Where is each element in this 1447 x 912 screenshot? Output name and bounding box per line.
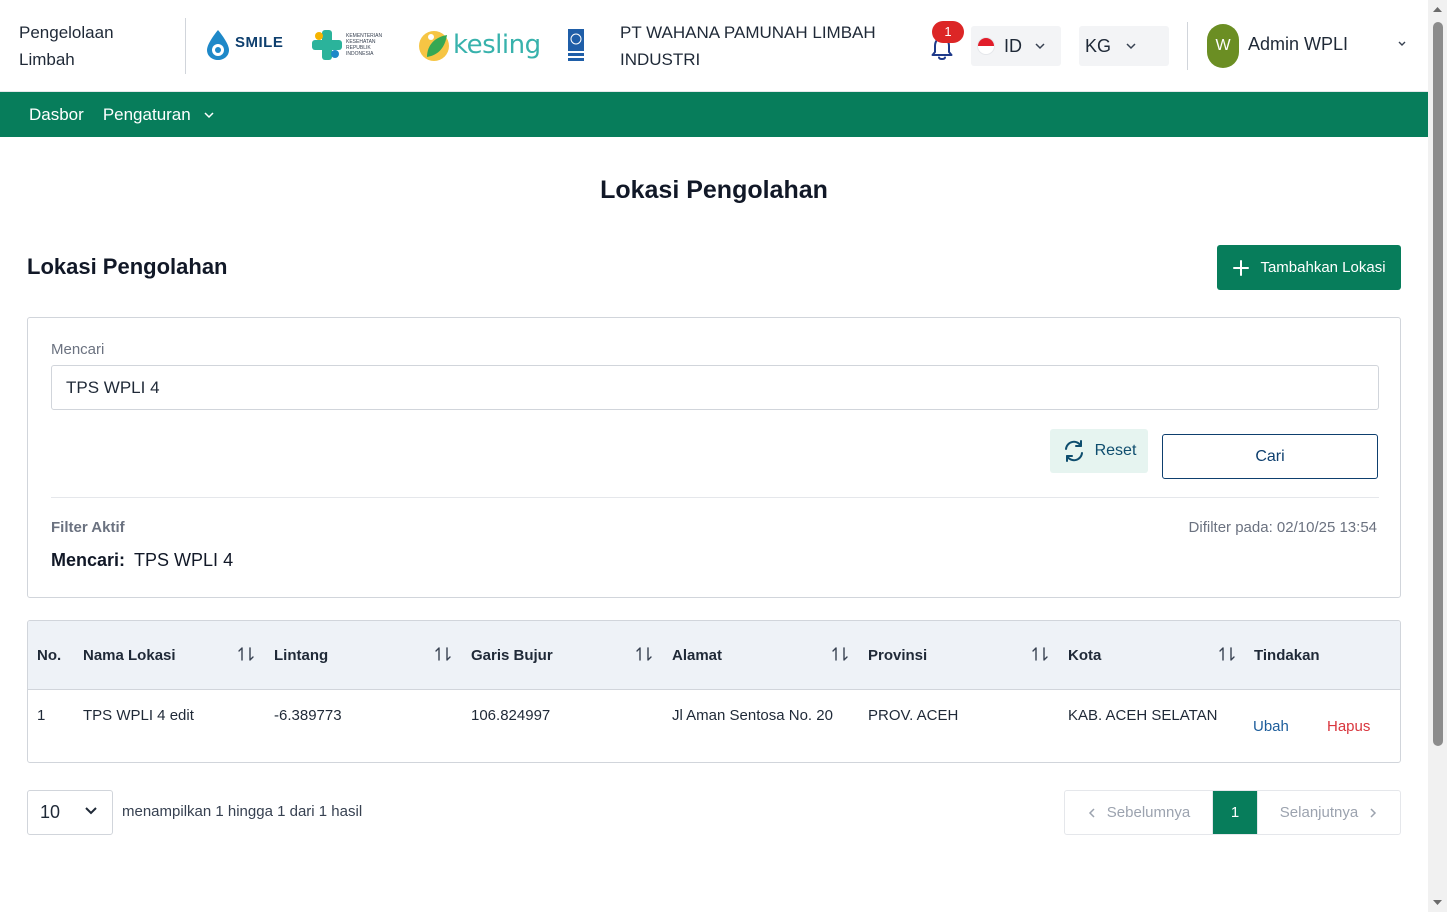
unit-label: KG [1085,35,1112,56]
column-header-name: Nama Lokasi [83,647,176,664]
search-button[interactable]: Cari [1162,434,1378,479]
filtered-at: Difilter pada: 02/10/25 13:54 [1188,519,1377,536]
sort-icon[interactable] [237,645,255,663]
kemenkes-logo: KEMENTERIAN KESEHATAN REPUBLIK INDONESIA [311,28,384,62]
kesling-leaf-icon [419,31,449,61]
unit-select[interactable]: KG [1079,26,1169,66]
search-input[interactable] [51,365,1379,410]
search-label: Mencari [51,341,105,358]
cell-city: KAB. ACEH SELATAN [1068,707,1218,724]
refresh-icon [1064,440,1083,462]
nav-item-pengaturan[interactable]: Pengaturan [103,105,215,125]
column-header-address: Alamat [672,647,723,664]
cell-no: 1 [37,707,46,724]
top-header: Pengelolaan Limbah SMILE KEMENTERIAN KES… [0,0,1428,92]
kemenkes-cross-icon [312,30,342,60]
column-header-no: No. [37,647,62,664]
cell-province: PROV. ACEH [868,707,959,724]
page-1-button[interactable]: 1 [1213,791,1257,834]
per-page-select[interactable]: 10 [27,790,113,835]
column-header-city: Kota [1068,647,1102,664]
smile-logo-text: SMILE [235,33,284,51]
undp-logo [568,29,584,63]
nav-item-label: Pengaturan [102,104,191,124]
nav-item-label: Dasbor [29,104,84,124]
kesling-logo-text: kesling [453,30,541,60]
scroll-down-icon[interactable] [1428,896,1447,910]
results-summary: menampilkan 1 hingga 1 dari 1 hasil [122,803,363,820]
scroll-thumb[interactable] [1433,22,1443,746]
language-label: ID [1004,35,1022,56]
next-page-button[interactable]: Selanjutnya [1257,791,1400,834]
company-name: PT WAHANA PAMUNAH LIMBAH INDUSTRI [620,23,876,69]
smile-drop-icon [207,30,229,60]
app-name: Pengelolaan Limbah [19,23,114,69]
chevron-down-icon [204,111,214,118]
page-title: Lokasi Pengolahan [600,176,828,204]
locations-table: No. Nama Lokasi Lintang Garis Bujur Alam… [27,620,1401,763]
smile-logo-sub [235,51,283,57]
filter-divider [51,497,1379,498]
next-label: Selanjutnya [1279,804,1359,821]
notification-count-badge: 1 [932,21,964,43]
sort-icon[interactable] [1031,645,1049,663]
edit-link[interactable]: Ubah [1253,718,1289,735]
scroll-up-icon[interactable] [1428,2,1447,16]
section-title: Lokasi Pengolahan [27,254,228,279]
cell-lat: -6.389773 [274,707,342,724]
active-filter-item: Mencari: TPS WPLI 4 [51,550,233,571]
active-filter-label: Filter Aktif [51,519,125,536]
undp-emblem-icon [568,29,584,61]
nav-item-dasbor[interactable]: Dasbor [29,105,84,125]
previous-page-button[interactable]: Sebelumnya [1065,791,1213,834]
add-location-label: Tambahkan Lokasi [1260,259,1386,276]
sort-icon[interactable] [434,645,452,663]
user-menu-chevron-icon[interactable] [1397,40,1407,48]
cell-lng: 106.824997 [471,707,551,724]
smile-logo: SMILE [203,28,283,62]
column-header-lat: Lintang [274,647,329,664]
column-header-province: Provinsi [868,647,928,664]
column-header-actions: Tindakan [1254,647,1320,664]
chevron-down-icon [85,807,97,815]
delete-link[interactable]: Hapus [1327,718,1370,735]
cell-address: Jl Aman Sentosa No. 20 [672,707,833,724]
active-filter-value: TPS WPLI 4 [134,550,234,570]
reset-button[interactable]: Reset [1050,429,1148,473]
cell-name: TPS WPLI 4 edit [83,707,194,724]
active-filter-key: Mencari: [51,550,126,570]
kesling-logo: kesling [417,27,541,63]
kemenkes-logo-text: KEMENTERIAN KESEHATAN REPUBLIK INDONESIA [346,33,383,57]
sort-icon[interactable] [1218,645,1236,663]
header-divider [1187,22,1188,70]
previous-label: Sebelumnya [1106,804,1191,821]
add-location-button[interactable]: Tambahkan Lokasi [1217,245,1401,290]
sort-icon[interactable] [831,645,849,663]
chevron-down-icon [1035,43,1045,50]
header-divider [185,18,186,74]
main-nav: Dasbor Pengaturan [0,92,1428,137]
user-name[interactable]: Admin WPLI [1248,34,1348,55]
chevron-down-icon [1126,43,1136,50]
sort-icon[interactable] [635,645,653,663]
table-header: No. Nama Lokasi Lintang Garis Bujur Alam… [28,621,1400,690]
user-avatar[interactable]: W [1207,24,1239,68]
indonesia-flag-icon [977,37,995,55]
reset-label: Reset [1094,442,1137,459]
column-header-lng: Garis Bujur [471,647,553,664]
chevron-left-icon [1088,807,1095,818]
per-page-value: 10 [40,802,61,822]
language-select[interactable]: ID [971,26,1061,66]
plus-icon [1233,259,1250,276]
pagination: Sebelumnya 1 Selanjutnya [1064,790,1401,835]
filter-card: Mencari Reset Cari Filter Aktif Difilter… [27,317,1401,598]
chevron-right-icon [1370,807,1377,818]
